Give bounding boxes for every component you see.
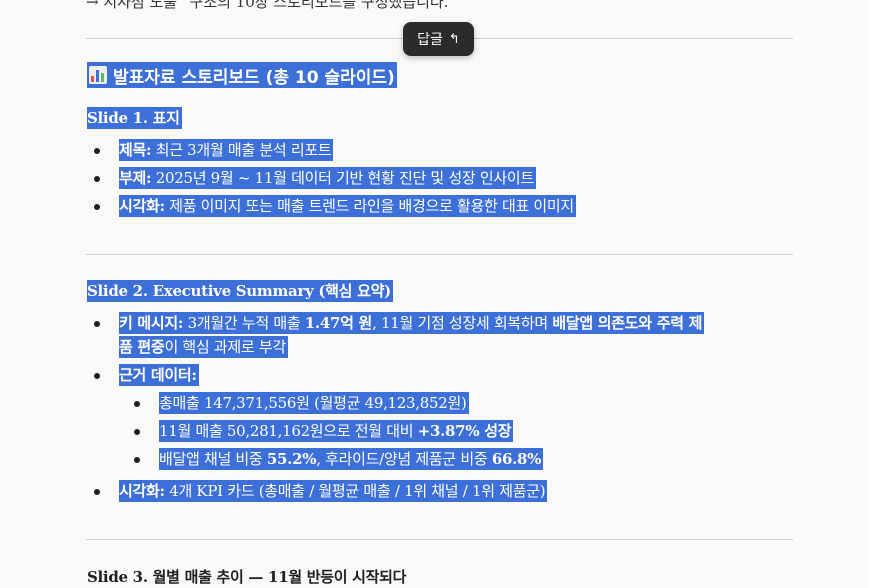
bullet [94, 176, 100, 182]
bullet [94, 204, 100, 210]
slide2-key-message-cont: 품 편중이 핵심 과제로 부각 [119, 336, 288, 358]
slide3-title: Slide 3. 월별 매출 추이 — 11월 반등이 시작되다 [87, 568, 407, 586]
slide2-title: Slide 2. Executive Summary (핵심 요약) [87, 280, 393, 302]
bullet [94, 489, 100, 495]
storyboard-heading: 발표자료 스토리보드 (총 10 슬라이드) [87, 62, 397, 88]
reply-button-label: 답글 [417, 32, 443, 48]
slide1-item-title: 제목: 최근 3개월 매출 분석 리포트 [119, 139, 334, 161]
slide2-evidence-total: 총매출 147,371,556원 (월평균 49,123,852원) [159, 392, 469, 414]
slide2-key-message: 키 메시지: 3개월간 누적 매출 1.47억 원, 11월 기점 성장세 회복… [119, 312, 705, 334]
divider [86, 539, 793, 540]
slide2-evidence-label: 근거 데이터: [119, 364, 199, 386]
slide2-evidence-november: 11월 매출 50,281,162원으로 전월 대비 +3.87% 성장 [159, 420, 514, 442]
bullet [94, 321, 100, 327]
bullet [134, 457, 140, 463]
slide1-item-visual: 시각화: 제품 이미지 또는 매출 트렌드 라인을 배경으로 활용한 대표 이미… [119, 195, 576, 217]
bullet [94, 148, 100, 154]
slide1-item-subtitle: 부제: 2025년 9월 ~ 11월 데이터 기반 현황 진단 및 성장 인사이… [119, 167, 536, 189]
bullet [94, 373, 100, 379]
reply-button[interactable]: 답글 ↰ [403, 22, 474, 56]
slide2-visual: 시각화: 4개 KPI 카드 (총매출 / 월평균 매출 / 1위 채널 / 1… [119, 480, 548, 502]
bar-chart-icon [89, 66, 107, 84]
bullet [134, 429, 140, 435]
slide1-title: Slide 1. 표지 [87, 107, 182, 129]
slide2-evidence-channel: 배달앱 채널 비중 55.2%, 후라이드/양념 제품군 비중 66.8% [159, 448, 544, 470]
previous-text-line: → 시사점 도출” 구조의 10장 스토리보드를 구성했습니다. [86, 0, 449, 11]
bullet [134, 401, 140, 407]
divider [86, 254, 793, 255]
storyboard-heading-text: 발표자료 스토리보드 (총 10 슬라이드) [113, 67, 395, 88]
reply-arrow-icon: ↰ [448, 31, 460, 47]
